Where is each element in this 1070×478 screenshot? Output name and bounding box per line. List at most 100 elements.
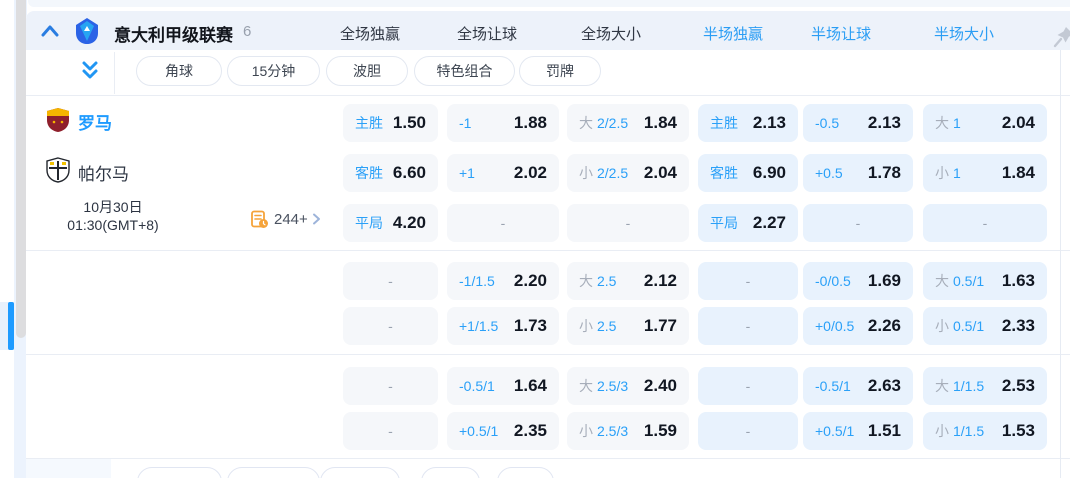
odds-label: -0.5 (815, 115, 840, 131)
match-date: 10月30日 (83, 199, 143, 215)
odds-cell[interactable]: 小 0.5/1 2.33 (923, 307, 1047, 345)
sidebar-active-indicator[interactable] (0, 302, 14, 350)
ou-direction: 小 (579, 165, 593, 181)
odds-value: 2.20 (513, 271, 547, 290)
column-header-full-time-1x2[interactable]: 全场独赢 (340, 23, 400, 44)
odds-cell[interactable]: 小 1 1.84 (923, 154, 1047, 192)
odds-cell[interactable]: +1/1.5 1.73 (447, 307, 559, 345)
league-match-count: 6 (243, 23, 252, 40)
pin-icon[interactable] (1052, 25, 1070, 49)
empty-odds-placeholder: - (982, 215, 988, 231)
column-header-half-time-over-under[interactable]: 半场大小 (934, 23, 994, 44)
subtab-special-combos[interactable]: 特色组合 (414, 56, 515, 86)
odds-cell[interactable]: 主胜 2.13 (698, 104, 798, 142)
odds-cell[interactable]: 大 2/2.5 1.84 (567, 104, 689, 142)
odds-value: 2.02 (513, 163, 547, 182)
odds-cell[interactable]: 大 2.5 2.12 (567, 262, 689, 300)
odds-cell[interactable]: 小 1/1.5 1.53 (923, 412, 1047, 450)
odds-cell[interactable]: 客胜 6.60 (343, 154, 438, 192)
empty-odds-placeholder: - (745, 318, 751, 334)
more-markets-count: 244+ (274, 210, 308, 228)
column-header-full-time-over-under[interactable]: 全场大小 (581, 23, 641, 44)
ou-direction: 小 (935, 165, 949, 181)
odds-label: -1 (459, 115, 472, 131)
next-section-pill[interactable] (320, 467, 400, 478)
away-team-name[interactable]: 帕尔马 (78, 160, 129, 185)
grid-border (26, 250, 1070, 251)
odds-cell[interactable]: 小 2.5/3 1.59 (567, 412, 689, 450)
odds-cell[interactable]: 大 0.5/1 1.63 (923, 262, 1047, 300)
odds-cell[interactable]: 大 2.5/3 2.40 (567, 367, 689, 405)
column-header-half-time-1x2[interactable]: 半场独赢 (703, 23, 763, 44)
next-section-pill[interactable] (421, 467, 480, 478)
odds-cell[interactable]: -0.5 2.13 (803, 104, 913, 142)
ou-handicap: 2.5 (597, 273, 617, 289)
next-section-pill[interactable] (227, 467, 320, 478)
odds-cell[interactable]: -1 1.88 (447, 104, 559, 142)
odds-cell: - (698, 307, 798, 345)
column-header-half-time-handicap[interactable]: 半场让球 (811, 23, 871, 44)
odds-value: 2.04 (643, 163, 677, 182)
empty-odds-placeholder: - (388, 318, 393, 334)
odds-cell[interactable]: 小 2.5 1.77 (567, 307, 689, 345)
odds-cell[interactable]: 平局 2.27 (698, 204, 798, 242)
league-title: 意大利甲级联赛 (114, 26, 233, 45)
odds-cell[interactable]: -1/1.5 2.20 (447, 262, 559, 300)
odds-cell[interactable]: 主胜 1.50 (343, 104, 438, 142)
odds-cell[interactable]: -0.5/1 1.64 (447, 367, 559, 405)
chevron-up-icon (41, 25, 59, 37)
odds-cell: - (803, 204, 913, 242)
odds-cell[interactable]: 客胜 6.90 (698, 154, 798, 192)
odds-label: +1/1.5 (459, 318, 499, 334)
odds-value: 1.77 (643, 316, 677, 335)
odds-label: 平局 (355, 215, 383, 231)
odds-cell[interactable]: +0.5/1 1.51 (803, 412, 913, 450)
more-markets-button[interactable]: 244+ (250, 208, 322, 230)
ou-direction: 小 (935, 423, 949, 439)
subtab-correct-score[interactable]: 波胆 (326, 56, 408, 86)
collapse-section-button[interactable] (40, 23, 60, 39)
odds-cell[interactable]: 平局 4.20 (343, 204, 438, 242)
odds-cell[interactable]: 大 1 2.04 (923, 104, 1047, 142)
odds-value: 1.51 (867, 421, 901, 440)
ou-direction: 大 (579, 378, 593, 394)
expand-markets-button[interactable] (79, 60, 101, 82)
odds-label: 平局 (710, 215, 738, 231)
ou-direction: 大 (579, 273, 593, 289)
odds-cell[interactable]: -0.5/1 2.63 (803, 367, 913, 405)
odds-value: 1.73 (513, 316, 547, 335)
ou-handicap: 1/1.5 (953, 423, 985, 439)
next-section-pill[interactable] (137, 467, 222, 478)
ou-direction: 大 (935, 273, 949, 289)
odds-cell[interactable]: +1 2.02 (447, 154, 559, 192)
betting-odds-page: 意大利甲级联赛 6 全场独赢 全场让球 全场大小 半场独赢 半场让球 半场大小 角球 15分… (0, 0, 1070, 478)
scrollbar-thumb[interactable] (16, 0, 26, 338)
subtab-cards[interactable]: 罚牌 (519, 56, 601, 86)
subtab-15-minutes[interactable]: 15分钟 (227, 56, 320, 86)
grid-column-divider (1060, 50, 1061, 478)
odds-value: 2.27 (752, 213, 786, 232)
odds-value: 2.35 (513, 421, 547, 440)
odds-cell[interactable]: +0.5 1.78 (803, 154, 913, 192)
ou-selection: 小 2.5 (579, 316, 616, 336)
odds-value: 2.12 (643, 271, 677, 290)
home-team-crest (46, 107, 70, 133)
markets-list-icon (251, 210, 268, 228)
empty-odds-placeholder: - (388, 273, 393, 289)
odds-cell: - (698, 262, 798, 300)
subtab-divider (114, 52, 115, 94)
column-header-full-time-handicap[interactable]: 全场让球 (457, 23, 517, 44)
odds-cell: - (567, 204, 689, 242)
home-team-name[interactable]: 罗马 (78, 109, 112, 134)
odds-cell[interactable]: 小 2/2.5 2.04 (567, 154, 689, 192)
next-section-pill[interactable] (497, 467, 554, 478)
ou-selection: 大1 (935, 113, 961, 133)
odds-value: 1.88 (513, 113, 547, 132)
ou-selection: 小 2.5/3 (579, 421, 628, 441)
odds-cell[interactable]: +0.5/1 2.35 (447, 412, 559, 450)
odds-cell[interactable]: +0/0.5 2.26 (803, 307, 913, 345)
odds-cell[interactable]: 大 1/1.5 2.53 (923, 367, 1047, 405)
odds-cell[interactable]: -0/0.5 1.69 (803, 262, 913, 300)
odds-label: +0.5/1 (815, 423, 855, 439)
subtab-corners[interactable]: 角球 (136, 56, 222, 86)
